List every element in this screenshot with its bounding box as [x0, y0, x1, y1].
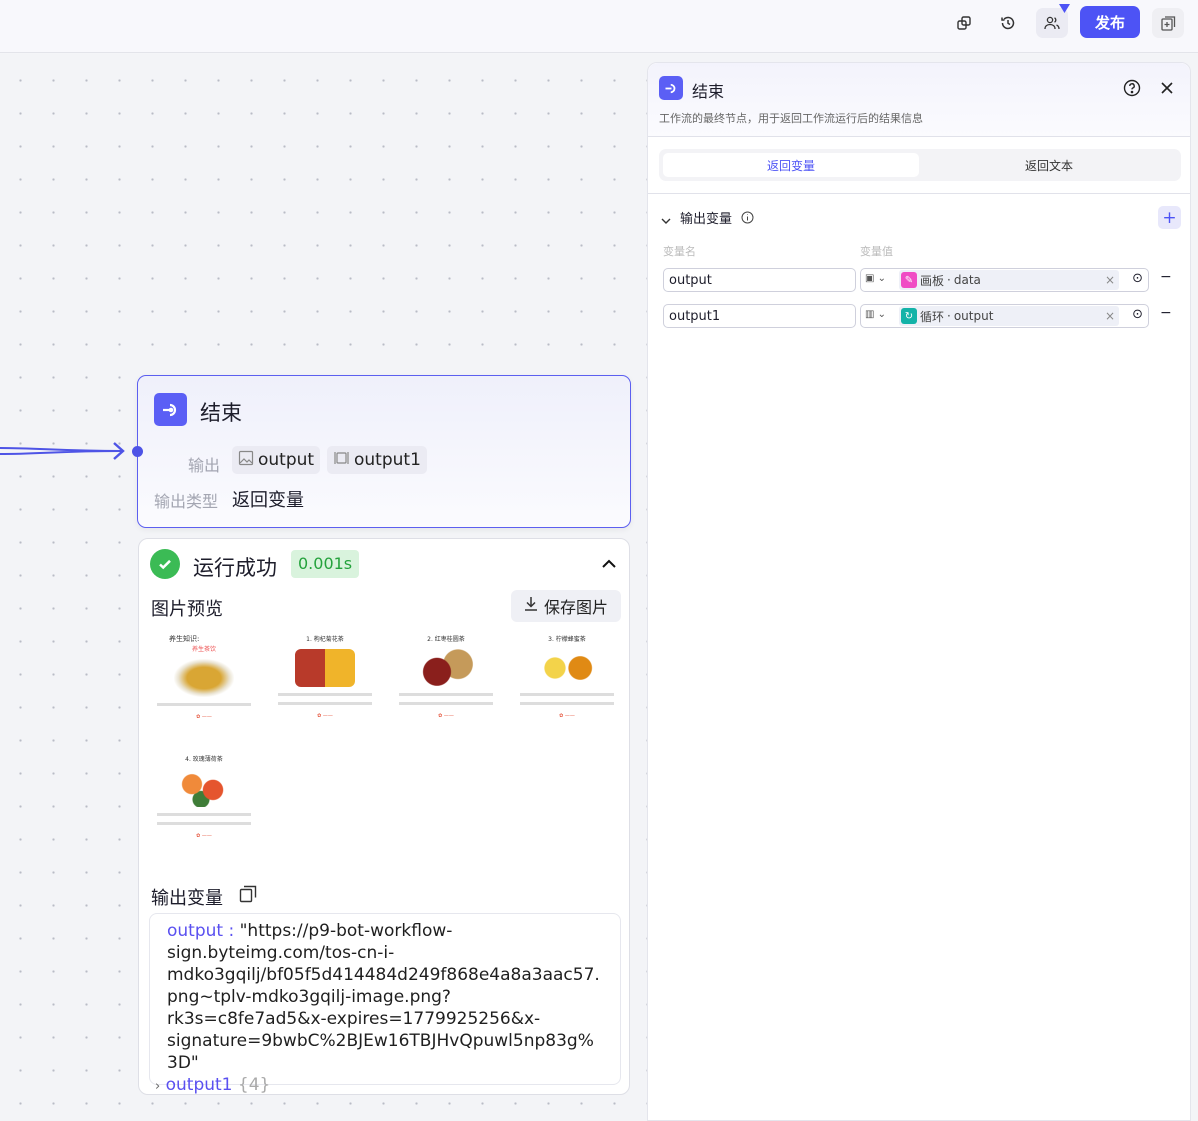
thumbnail-title: 养生知识:: [169, 635, 200, 643]
source-field: data: [953, 273, 981, 287]
output-chip: output: [232, 446, 321, 474]
run-status: 运行成功: [193, 556, 277, 580]
variable-name-input[interactable]: output: [663, 268, 856, 292]
node-title: 结束: [200, 401, 242, 425]
thumbnail-image[interactable]: 2. 红枣桂圆茶 ✿ ——: [391, 631, 501, 744]
copy-icon[interactable]: [239, 885, 257, 907]
output-json-viewer: output : "https://p9-bot-workflow-sign.b…: [149, 913, 621, 1095]
variable-value-selector[interactable]: ▥ ⌄ ↻ 循环 · output × ⊙: [860, 304, 1149, 328]
remove-variable-button[interactable]: −: [1160, 305, 1172, 321]
target-icon[interactable]: ⊙: [1132, 271, 1143, 286]
thumbnail-image[interactable]: 1. 枸杞菊花茶 ✿ ——: [270, 631, 380, 744]
help-icon[interactable]: [1123, 79, 1141, 101]
thumbnail-subtitle: 养生茶饮: [191, 646, 216, 653]
panel-header: 结束 工作流的最终节点，用于返回工作流运行后的结果信息: [648, 63, 1190, 137]
thumbnail-title: 1. 枸杞菊花茶: [306, 636, 344, 643]
output-mode-tabs: 返回变量 返回文本: [659, 149, 1181, 181]
image-list-icon: [333, 450, 350, 471]
connection-edge: [0, 442, 125, 460]
column-name-header: 变量名: [663, 245, 696, 258]
source-node: 画板: [920, 273, 945, 288]
thumbnail-image[interactable]: 4. 玫瑰薄荷茶 ✿ ——: [149, 751, 259, 864]
thumbnail-title: 4. 玫瑰薄荷茶: [185, 756, 223, 763]
run-time-badge: 0.001s: [291, 550, 360, 578]
output-value: "https://p9-bot-workflow-sign.byteimg.co…: [167, 921, 600, 1073]
remove-variable-button[interactable]: −: [1160, 269, 1172, 285]
chip-label: output: [258, 450, 315, 470]
image-type-icon[interactable]: ▣ ⌄: [865, 273, 886, 284]
input-port[interactable]: [132, 446, 143, 457]
collapse-chevron-icon[interactable]: [601, 555, 617, 573]
tab-return-text[interactable]: 返回文本: [921, 153, 1177, 177]
output-type-value: 返回变量: [232, 490, 304, 511]
history-icon[interactable]: [992, 8, 1024, 38]
thumbnail-title: 3. 柠檬蜂蜜茶: [548, 636, 586, 643]
add-variable-button[interactable]: +: [1158, 206, 1181, 229]
section-chevron-icon[interactable]: [661, 210, 671, 229]
clear-icon[interactable]: ×: [1105, 309, 1115, 323]
node-config-panel: 结束 工作流的最终节点，用于返回工作流运行后的结果信息 返回变量 返回文本 输出…: [647, 62, 1191, 1121]
output-vars-label: 输出变量: [151, 888, 223, 909]
canvas-node-icon: ✎: [901, 272, 917, 288]
output-type-label: 输出类型: [154, 492, 219, 511]
source-field: output: [953, 309, 994, 323]
panel-title: 结束: [692, 82, 725, 101]
notification-badge: [1059, 4, 1070, 13]
output1-expander[interactable]: › output1 {4}: [155, 1074, 604, 1098]
panel-description: 工作流的最终节点，用于返回工作流运行后的结果信息: [659, 112, 923, 125]
variable-name-input[interactable]: output1: [663, 304, 856, 328]
run-result-panel: 运行成功 0.001s 图片预览 保存图片 养生知识: 养生茶饮 ✿ —— 1. 枸…: [138, 538, 630, 1095]
end-node-icon: [659, 76, 683, 100]
end-node[interactable]: 结束 输出 output output1 输出类型 返回变量: [132, 375, 631, 528]
close-icon[interactable]: [1160, 80, 1174, 99]
success-check-icon: [150, 549, 180, 579]
collaborators-icon[interactable]: [1036, 4, 1070, 38]
output-label: 输出: [188, 456, 221, 475]
image-preview-label: 图片预览: [151, 599, 223, 620]
end-node-icon: [154, 393, 187, 426]
tab-return-variables[interactable]: 返回变量: [663, 153, 919, 177]
output-vars-section-title: 输出变量: [680, 212, 733, 227]
expand-chevron-icon[interactable]: ›: [155, 1079, 160, 1094]
output-key: output :: [167, 921, 235, 941]
output1-key: output1: [165, 1075, 233, 1095]
image-list-type-icon[interactable]: ▥ ⌄: [865, 309, 886, 320]
column-value-header: 变量值: [860, 245, 893, 258]
thumbnail-image[interactable]: 养生知识: 养生茶饮 ✿ ——: [149, 631, 259, 744]
variable-value-selector[interactable]: ▣ ⌄ ✎ 画板 · data × ⊙: [860, 268, 1149, 292]
top-toolbar: 发布: [0, 0, 1198, 53]
thumbnail-image[interactable]: 3. 柠檬蜂蜜茶 ✿ ——: [512, 631, 622, 744]
loop-node-icon: ↻: [901, 308, 917, 324]
save-image-button[interactable]: 保存图片: [511, 590, 621, 622]
source-node: 循环: [920, 309, 945, 324]
publish-button[interactable]: 发布: [1080, 6, 1140, 38]
download-icon: [524, 596, 538, 616]
save-image-label: 保存图片: [543, 600, 608, 617]
clear-icon[interactable]: ×: [1105, 273, 1115, 287]
thumbnail-title: 2. 红枣桂圆茶: [427, 636, 465, 643]
copy-icon[interactable]: [948, 8, 980, 38]
output1-count: {4}: [237, 1075, 271, 1095]
chip-label: output1: [354, 450, 421, 470]
target-icon[interactable]: ⊙: [1132, 307, 1143, 322]
output1-chip: output1: [327, 446, 427, 474]
add-panel-icon[interactable]: [1152, 8, 1184, 38]
info-icon[interactable]: [741, 209, 754, 228]
image-icon: [238, 450, 254, 471]
